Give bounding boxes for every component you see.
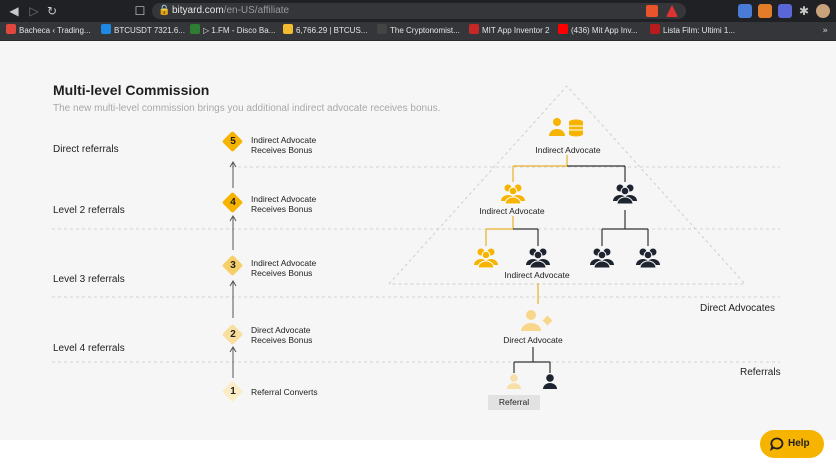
referrals-label: Referrals (740, 367, 781, 378)
level2-yellow-group-icon (501, 184, 525, 205)
direct-advocates-label: Direct Advocates (700, 303, 776, 314)
referral-tag: Referral (488, 395, 540, 410)
level3-dark-group-icon (590, 248, 614, 269)
level-label-2: Level 2 referrals (53, 205, 125, 216)
step-3-text: Indirect Advocate Receives Bonus (251, 258, 317, 278)
help-button[interactable]: Help (760, 430, 824, 458)
level-label-4: Level 4 referrals (53, 343, 125, 354)
step-5-badge: 5 (221, 130, 244, 153)
direct-advocate-icon (521, 310, 553, 331)
level2-dark-group-icon (613, 184, 637, 205)
chat-bubble-icon (769, 437, 784, 451)
commission-diagram (52, 85, 780, 389)
step-1-text: Referral Converts (251, 387, 318, 397)
level3-yellow-group-icon (474, 248, 498, 269)
level-label-3: Level 3 referrals (53, 274, 125, 285)
step-3-badge: 3 (221, 254, 244, 277)
level3-dark-group-icon (526, 248, 550, 269)
step-4-badge: 4 (221, 191, 244, 214)
pyramid-outline (388, 85, 747, 285)
referral-dark-person-icon (543, 374, 557, 389)
referral-light-person-icon (507, 374, 521, 389)
node-label-level2: Indirect Advocate (479, 206, 545, 216)
level3-dark-group-icon (636, 248, 660, 269)
step-5-text: Indirect Advocate Receives Bonus (251, 135, 317, 155)
step-4-text: Indirect Advocate Receives Bonus (251, 194, 317, 214)
node-label-top: Indirect Advocate (535, 145, 601, 155)
step-2-badge: 2 (221, 323, 244, 346)
node-label-level3: Indirect Advocate (504, 270, 570, 280)
level-label-direct: Direct referrals (53, 144, 119, 155)
node-label-direct: Direct Advocate (503, 335, 563, 345)
step-1-badge: 1 (221, 380, 244, 403)
top-advocate-icon (549, 118, 583, 137)
step-2-text: Direct Advocate Receives Bonus (251, 325, 313, 345)
